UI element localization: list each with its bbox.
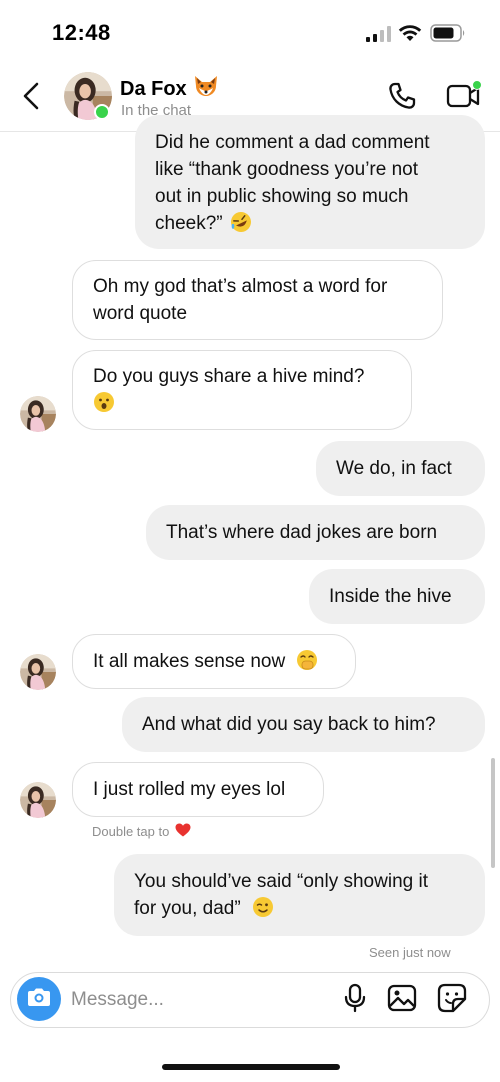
message-line: It all makes sense now	[93, 651, 286, 672]
voice-message-button[interactable]	[341, 983, 369, 1018]
message-bubble-received[interactable]: I just rolled my eyes lol	[72, 762, 324, 817]
contact-name-row[interactable]: Da Fox	[120, 74, 219, 104]
sender-avatar[interactable]	[20, 782, 56, 818]
message-line: Do you guys share a hive mind?	[93, 366, 365, 387]
message-line: out in public showing so much	[155, 186, 409, 207]
wifi-icon	[398, 24, 422, 42]
message-line: And what did you say back to him?	[142, 714, 436, 735]
battery-icon	[430, 24, 466, 42]
message-line: You should’ve said “only showing it	[134, 871, 428, 892]
chat-scrollbar[interactable]	[491, 758, 495, 868]
message-bubble-sent[interactable]: We do, in fact	[316, 441, 485, 496]
online-indicator	[94, 104, 110, 120]
video-call-button[interactable]	[442, 78, 484, 118]
back-chevron-icon	[21, 81, 41, 116]
message-line: like “thank goodness you’re not	[155, 159, 418, 180]
double-tap-hint: Double tap to	[92, 823, 191, 840]
gallery-button[interactable]	[387, 984, 417, 1017]
message-bubble-sent[interactable]: You should’ve said “only showing it for …	[114, 854, 485, 936]
message-bubble-sent[interactable]: Inside the hive	[309, 569, 485, 624]
camera-icon	[27, 987, 51, 1012]
message-bubble-sent[interactable]: That’s where dad jokes are born	[146, 505, 485, 560]
voice-call-button[interactable]	[382, 78, 422, 118]
home-indicator[interactable]	[162, 1064, 340, 1070]
wink-emoji-icon	[252, 896, 274, 918]
astonished-emoji-icon	[93, 391, 115, 413]
message-line: Oh my god that’s almost a word for	[93, 276, 388, 297]
cellular-signal-icon	[366, 26, 392, 42]
contact-name: Da Fox	[120, 77, 187, 100]
message-line: Did he comment a dad comment	[155, 132, 430, 153]
sender-avatar[interactable]	[20, 396, 56, 432]
status-bar: 12:48	[0, 0, 500, 64]
message-bubble-received[interactable]: Oh my god that’s almost a word for word …	[72, 260, 443, 340]
message-line: word quote	[93, 303, 188, 324]
fox-emoji-icon	[193, 74, 219, 104]
message-line: That’s where dad jokes are born	[166, 522, 438, 543]
message-bubble-received[interactable]: Do you guys share a hive mind?	[72, 350, 412, 430]
message-bubble-sent[interactable]: Did he comment a dad comment like “thank…	[135, 115, 485, 249]
message-input[interactable]	[71, 983, 321, 1017]
back-button[interactable]	[14, 78, 48, 118]
camera-button[interactable]	[17, 977, 61, 1021]
message-line: We do, in fact	[336, 458, 452, 479]
gallery-icon	[387, 984, 417, 1017]
sender-avatar[interactable]	[20, 654, 56, 690]
sticker-button[interactable]	[437, 983, 467, 1018]
message-bubble-received[interactable]: It all makes sense now	[72, 634, 356, 689]
microphone-icon	[344, 983, 366, 1018]
video-active-dot	[472, 80, 482, 90]
phone-icon	[387, 81, 417, 116]
message-bubble-sent[interactable]: And what did you say back to him?	[122, 697, 485, 752]
message-line: Inside the hive	[329, 586, 452, 607]
sticker-icon	[437, 983, 467, 1018]
double-tap-label: Double tap to	[92, 824, 170, 839]
message-line: I just rolled my eyes lol	[93, 779, 286, 800]
message-composer	[10, 972, 490, 1028]
message-line: for you, dad”	[134, 898, 241, 919]
message-line: cheek?”	[155, 213, 223, 234]
seen-receipt: Seen just now	[369, 945, 451, 960]
rofl-emoji-icon	[230, 211, 252, 233]
status-time: 12:48	[52, 20, 111, 45]
red-heart-icon	[175, 823, 191, 840]
hand-over-mouth-emoji-icon	[296, 649, 318, 671]
